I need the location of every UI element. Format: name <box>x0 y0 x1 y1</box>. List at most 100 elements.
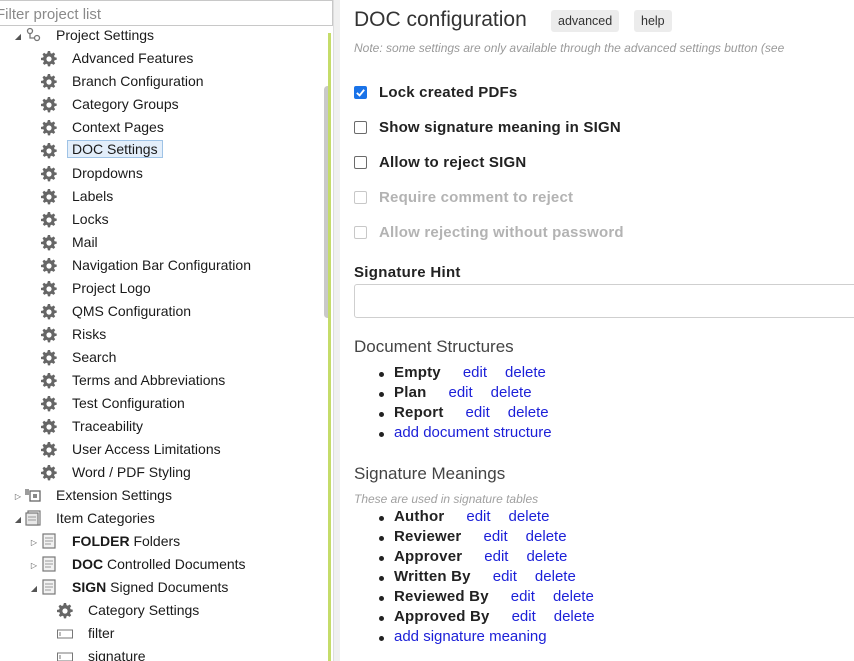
option-show-signature-meaning-in-sign[interactable]: Show signature meaning in SIGN <box>354 119 621 136</box>
signature-hint-label: Signature Hint <box>354 264 461 281</box>
tree-sign-child-signature[interactable]: signature <box>0 645 325 661</box>
gear-icon <box>41 327 57 343</box>
tree-sign-child-filter[interactable]: filter <box>0 622 325 645</box>
gear-icon <box>57 603 73 619</box>
tree-item-test-configuration[interactable]: Test Configuration <box>0 392 325 415</box>
panel-splitter[interactable] <box>333 0 340 661</box>
edit-link[interactable]: edit <box>466 508 490 525</box>
tree-item-label: Word / PDF Styling <box>72 464 191 480</box>
edit-link[interactable]: edit <box>493 568 517 585</box>
edit-link[interactable]: edit <box>466 404 490 421</box>
gear-icon <box>41 419 57 435</box>
list-item: Reviewed By edit delete <box>379 588 595 608</box>
tree-sign-child-label: filter <box>88 625 115 641</box>
collapse-triangle-icon[interactable]: ◢ <box>29 583 39 593</box>
tree-item-navigation-bar-configuration[interactable]: Navigation Bar Configuration <box>0 254 325 277</box>
tree-item-label: Mail <box>72 234 98 250</box>
tree-item-terms-and-abbreviations[interactable]: Terms and Abbreviations <box>0 369 325 392</box>
tree-category-label: SIGN Signed Documents <box>72 579 228 595</box>
category-name: Folders <box>133 533 181 549</box>
category-code: DOC <box>72 556 104 572</box>
unchecked-checkbox[interactable] <box>354 121 367 134</box>
expand-triangle-icon[interactable]: ▷ <box>29 560 39 570</box>
item-name: Reviewed By <box>394 588 489 605</box>
signature-meanings-title: Signature Meanings <box>354 464 506 483</box>
option-label: Allow rejecting without password <box>379 224 624 241</box>
tree-item-label: Risks <box>72 326 107 342</box>
tree-item-traceability[interactable]: Traceability <box>0 415 325 438</box>
tree-item-search[interactable]: Search <box>0 346 325 369</box>
delete-link[interactable]: delete <box>535 568 576 585</box>
tree-item-risks[interactable]: Risks <box>0 323 325 346</box>
tree-category-label: DOC Controlled Documents <box>72 556 246 572</box>
edit-link[interactable]: edit <box>484 548 508 565</box>
tree-category-sign[interactable]: ◢ SIGN Signed Documents <box>0 576 325 599</box>
tree-node-project-settings[interactable]: ◢ Project Settings <box>0 24 330 47</box>
list-item: Approved By edit delete <box>379 608 595 628</box>
tree-item-project-logo[interactable]: Project Logo <box>0 277 325 300</box>
tree-item-user-access-limitations[interactable]: User Access Limitations <box>0 438 325 461</box>
tree-item-branch-configuration[interactable]: Branch Configuration <box>0 70 325 93</box>
tree-node-extension-settings[interactable]: ▷ Extension Settings <box>0 484 330 507</box>
gear-icon <box>41 120 57 136</box>
tree-item-mail[interactable]: Mail <box>0 231 325 254</box>
tree-sign-child-label: signature <box>88 648 146 661</box>
settings-tree-icon <box>26 27 41 42</box>
advanced-button[interactable]: advanced <box>551 10 620 32</box>
tree-item-advanced-features[interactable]: Advanced Features <box>0 47 325 70</box>
tree-item-qms-configuration[interactable]: QMS Configuration <box>0 300 325 323</box>
gear-icon <box>41 350 57 366</box>
tree-item-doc-settings[interactable]: DOC Settings <box>0 139 325 162</box>
signature-hint-input[interactable] <box>354 284 854 318</box>
tree-item-label: User Access Limitations <box>72 441 221 457</box>
tree-item-label: Traceability <box>72 418 144 434</box>
tree-item-locks[interactable]: Locks <box>0 208 325 231</box>
delete-link[interactable]: delete <box>526 528 567 545</box>
option-label: Require comment to reject <box>379 189 574 206</box>
option-require-comment-to-reject: Require comment to reject <box>354 189 573 206</box>
edit-link[interactable]: edit <box>483 528 507 545</box>
delete-link[interactable]: delete <box>554 608 595 625</box>
document-structures-title: Document Structures <box>354 337 514 356</box>
delete-link[interactable]: delete <box>509 508 550 525</box>
collapse-triangle-icon[interactable]: ◢ <box>13 514 23 524</box>
tree-item-dropdowns[interactable]: Dropdowns <box>0 162 325 185</box>
unchecked-checkbox[interactable] <box>354 156 367 169</box>
delete-link[interactable]: delete <box>505 364 546 381</box>
option-label: Lock created PDFs <box>379 84 518 101</box>
item-name: Approver <box>394 548 463 565</box>
tree-category-doc[interactable]: ▷ DOC Controlled Documents <box>0 553 325 576</box>
collapse-triangle-icon[interactable]: ◢ <box>13 31 23 41</box>
expand-triangle-icon[interactable]: ▷ <box>29 537 39 547</box>
option-lock-created-pdfs[interactable]: Lock created PDFs <box>354 84 517 101</box>
tree-node-item-categories[interactable]: ◢ Item Categories <box>0 507 330 530</box>
filter-project-input[interactable] <box>0 0 333 26</box>
gear-icon <box>41 143 57 159</box>
tree-item-label: Category Groups <box>72 96 179 112</box>
tree-item-context-pages[interactable]: Context Pages <box>0 116 325 139</box>
tree-sign-child-category-settings[interactable]: Category Settings <box>0 599 325 622</box>
delete-link[interactable]: delete <box>526 548 567 565</box>
option-allow-to-reject-sign[interactable]: Allow to reject SIGN <box>354 154 526 171</box>
category-name: Controlled Documents <box>107 556 246 572</box>
checked-checkbox[interactable] <box>354 86 367 99</box>
delete-link[interactable]: delete <box>553 588 594 605</box>
tree-category-folder[interactable]: ▷ FOLDER Folders <box>0 530 325 553</box>
tree-item-label: Branch Configuration <box>72 73 204 89</box>
delete-link[interactable]: delete <box>491 384 532 401</box>
field-icon <box>57 629 73 639</box>
tree-item-labels[interactable]: Labels <box>0 185 325 208</box>
doc-configuration-panel: DOC configuration advanced help Note: so… <box>340 0 854 661</box>
add-signature-meaning-link[interactable]: add signature meaning <box>394 628 547 645</box>
edit-link[interactable]: edit <box>512 608 536 625</box>
edit-link[interactable]: edit <box>448 384 472 401</box>
delete-link[interactable]: delete <box>508 404 549 421</box>
add-document-structure-link[interactable]: add document structure <box>394 424 552 441</box>
edit-link[interactable]: edit <box>463 364 487 381</box>
help-button[interactable]: help <box>634 10 672 32</box>
tree-item-category-groups[interactable]: Category Groups <box>0 93 325 116</box>
expand-triangle-icon[interactable]: ▷ <box>13 491 23 501</box>
edit-link[interactable]: edit <box>511 588 535 605</box>
tree-item-label: Dropdowns <box>72 165 143 181</box>
tree-item-word-pdf-styling[interactable]: Word / PDF Styling <box>0 461 325 484</box>
